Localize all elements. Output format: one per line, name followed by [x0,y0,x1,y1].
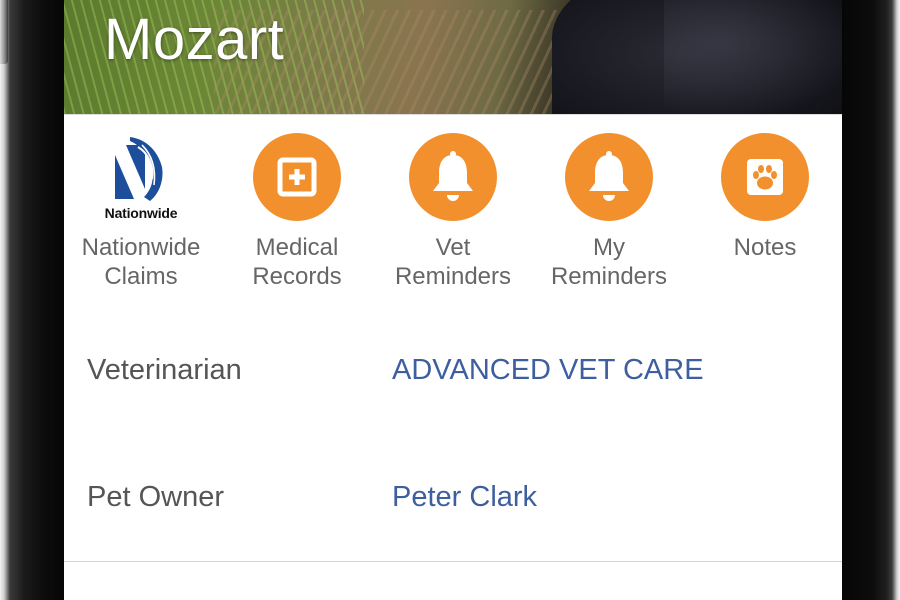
medical-records-label: Medical Records [252,234,342,290]
veterinarian-row: Veterinarian ADVANCED VET CARE [64,307,842,435]
dog-fur-highlight [664,0,842,114]
phone-frame-right [842,0,900,600]
phone-side-button [0,0,8,64]
bell-icon [565,133,653,221]
nationwide-claims-label: Nationwide Claims [81,234,201,290]
nationwide-claims-button[interactable]: Nationwide Nationwide Claims [66,133,216,303]
phone-frame-left [0,0,64,600]
my-reminders-button[interactable]: My Reminders [534,133,684,303]
pet-photo-header: Mozart [64,0,842,114]
quick-actions-bar: Nationwide Nationwide Claims Medical Rec… [64,114,842,308]
paw-icon [721,133,809,221]
medical-records-icon [253,133,341,221]
nationwide-wordmark: Nationwide [104,205,178,221]
app-screen: Mozart Nationwide Nationwide Claims Medi… [64,0,842,600]
nationwide-logo-icon: Nationwide [86,133,196,221]
veterinarian-label: Veterinarian [87,354,242,386]
vet-reminders-label: Vet Reminders [394,234,512,290]
my-reminders-label: My Reminders [550,234,668,290]
veterinarian-link[interactable]: ADVANCED VET CARE [392,307,704,433]
pet-owner-link[interactable]: Peter Clark [392,434,537,560]
notes-label: Notes [733,234,797,261]
vet-reminders-button[interactable]: Vet Reminders [378,133,528,303]
medical-records-button[interactable]: Medical Records [222,133,372,303]
pet-owner-row: Pet Owner Peter Clark [64,434,842,562]
pet-name: Mozart [104,7,285,72]
bell-icon [409,133,497,221]
notes-button[interactable]: Notes [690,133,840,303]
pet-owner-label: Pet Owner [87,481,224,513]
